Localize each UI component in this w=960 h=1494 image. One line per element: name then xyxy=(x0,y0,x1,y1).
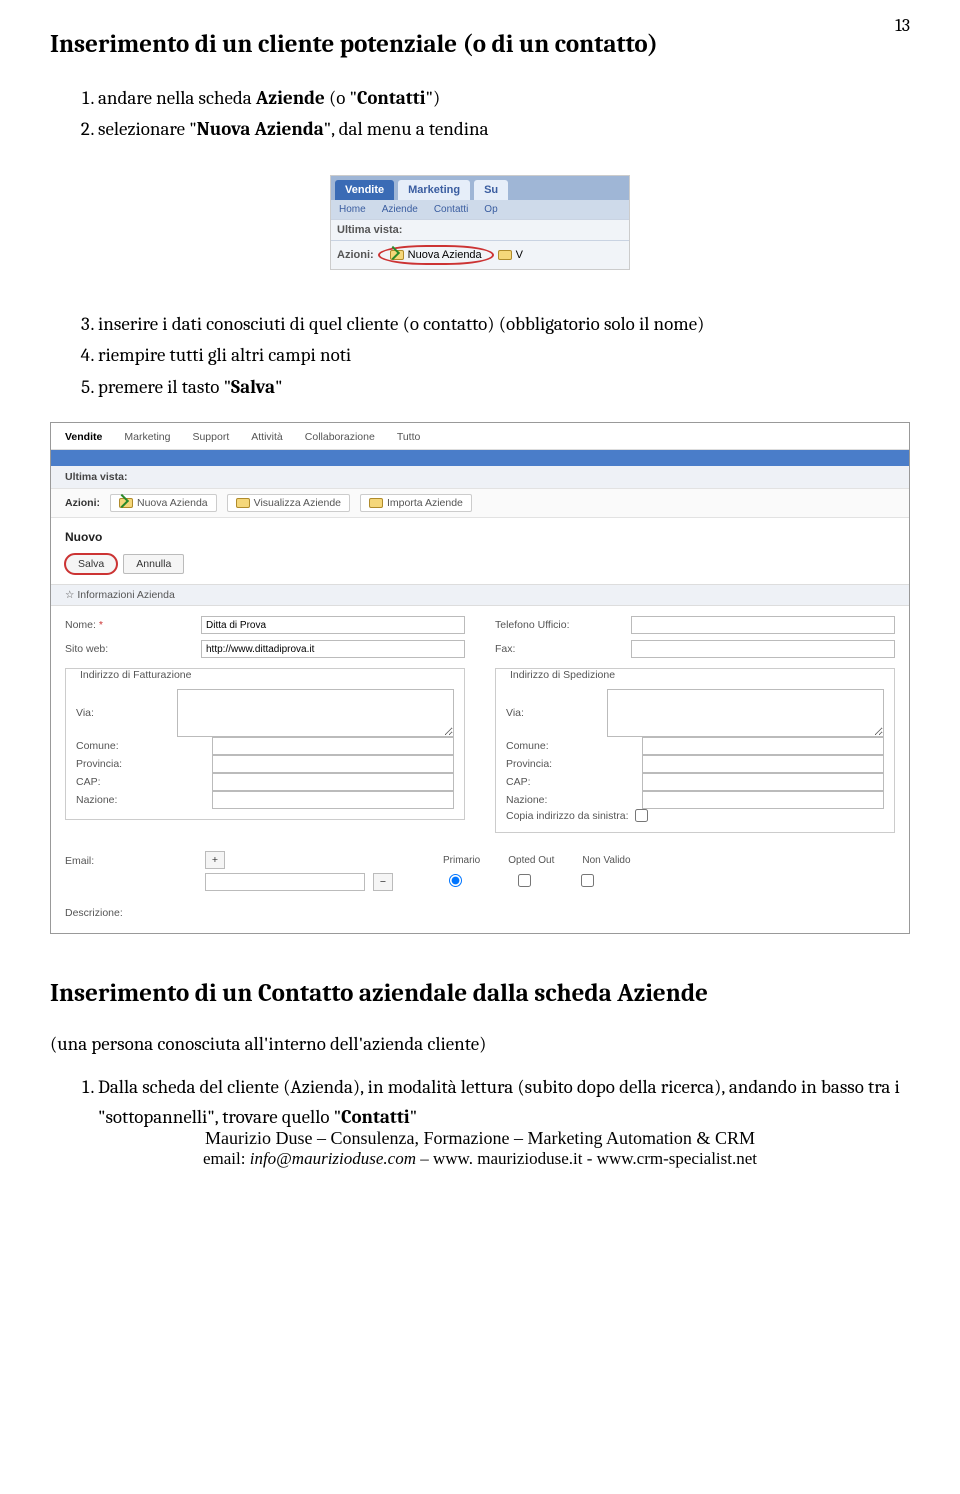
v-label: V xyxy=(516,249,523,261)
page-number: 13 xyxy=(895,15,910,36)
main-tabs: Vendite Marketing Support Attività Colla… xyxy=(51,423,909,450)
step-4: riempire tutti gli altri campi noti xyxy=(98,341,910,370)
nuovo-title: Nuovo xyxy=(51,518,909,548)
cap-input[interactable] xyxy=(212,773,454,791)
footer-line2: email: info@maurizioduse.com – www. maur… xyxy=(0,1149,960,1169)
fs-fatturazione: Indirizzo di Fatturazione xyxy=(76,669,195,681)
screenshot-form: Vendite Marketing Support Attività Colla… xyxy=(50,422,910,934)
optedout-label: Opted Out xyxy=(508,855,554,866)
annulla-button[interactable]: Annulla xyxy=(123,554,184,574)
chip-visualizza[interactable]: Visualizza Aziende xyxy=(227,494,350,512)
tab-vendite[interactable]: Vendite xyxy=(65,431,102,443)
comune-sped-input[interactable] xyxy=(642,737,884,755)
azioni-label: Azioni: xyxy=(337,249,374,261)
steps-list-2: Dalla scheda del cliente (Azienda), in m… xyxy=(98,1073,910,1132)
copia-checkbox[interactable] xyxy=(635,809,648,822)
chip-importa[interactable]: Importa Aziende xyxy=(360,494,472,512)
telefono-label: Telefono Ufficio: xyxy=(495,619,625,631)
nonvalido-checkbox[interactable] xyxy=(581,874,594,887)
footer-line1: Maurizio Duse – Consulenza, Formazione –… xyxy=(0,1128,960,1149)
heading-2: Inserimento di un Contatto aziendale dal… xyxy=(50,979,910,1008)
nonvalido-label: Non Valido xyxy=(582,855,630,866)
copia-label: Copia indirizzo da sinistra: xyxy=(506,810,629,822)
provincia-label: Provincia: xyxy=(76,758,206,770)
nazione-input[interactable] xyxy=(212,791,454,809)
page-footer: Maurizio Duse – Consulenza, Formazione –… xyxy=(0,1128,960,1169)
ultima-vista-label: Ultima vista: xyxy=(337,224,402,236)
email-input[interactable] xyxy=(205,873,365,891)
tab-support[interactable]: Support xyxy=(192,431,229,443)
subtab-contatti[interactable]: Contatti xyxy=(426,200,476,219)
comune-sped-label: Comune: xyxy=(506,740,636,752)
via-sped-label: Via: xyxy=(506,707,601,719)
sito-input[interactable] xyxy=(201,640,465,658)
chip-nuova-azienda[interactable]: Nuova Azienda xyxy=(110,494,217,512)
primario-label: Primario xyxy=(443,855,480,866)
tab-marketing[interactable]: Marketing xyxy=(398,180,470,200)
subtab-home[interactable]: Home xyxy=(331,200,374,219)
step2-1: Dalla scheda del cliente (Azienda), in m… xyxy=(98,1073,910,1132)
folder-icon xyxy=(236,498,250,508)
folder-new-icon xyxy=(390,250,404,260)
fax-label: Fax: xyxy=(495,643,625,655)
minus-button[interactable]: − xyxy=(373,873,393,891)
via-input[interactable] xyxy=(177,689,454,737)
telefono-input[interactable] xyxy=(631,616,895,634)
email-label: Email: xyxy=(65,851,195,867)
tab-su[interactable]: Su xyxy=(474,180,508,200)
heading-1: Inserimento di un cliente potenziale (o … xyxy=(50,30,910,59)
nuova-azienda-label: Nuova Azienda xyxy=(408,249,482,261)
via-label: Via: xyxy=(76,707,171,719)
fax-input[interactable] xyxy=(631,640,895,658)
nazione-sped-label: Nazione: xyxy=(506,794,636,806)
sito-label: Sito web: xyxy=(65,643,195,655)
provincia-input[interactable] xyxy=(212,755,454,773)
heading-2-subtitle: (una persona conosciuta all'interno dell… xyxy=(50,1033,910,1055)
cap-label: CAP: xyxy=(76,776,206,788)
ultima-vista: Ultima vista: xyxy=(65,471,127,483)
fs-spedizione: Indirizzo di Spedizione xyxy=(506,669,619,681)
screenshot-menu: Vendite Marketing Su Home Aziende Contat… xyxy=(330,175,630,270)
comune-input[interactable] xyxy=(212,737,454,755)
tab-marketing[interactable]: Marketing xyxy=(124,431,170,443)
provincia-sped-label: Provincia: xyxy=(506,758,636,770)
tab-collaborazione[interactable]: Collaborazione xyxy=(305,431,375,443)
blue-bar xyxy=(51,450,909,466)
cap-sped-label: CAP: xyxy=(506,776,636,788)
primario-radio[interactable] xyxy=(449,874,462,887)
tab-tutto[interactable]: Tutto xyxy=(397,431,421,443)
azioni: Azioni: xyxy=(65,497,100,509)
folder-icon xyxy=(498,250,512,260)
tab-vendite[interactable]: Vendite xyxy=(335,180,394,200)
nazione-label: Nazione: xyxy=(76,794,206,806)
subtab-aziende[interactable]: Aziende xyxy=(374,200,426,219)
subtab-op[interactable]: Op xyxy=(476,200,505,219)
comune-label: Comune: xyxy=(76,740,206,752)
tab-attivita[interactable]: Attività xyxy=(251,431,283,443)
steps-list-1b: inserire i dati conosciuti di quel clien… xyxy=(98,310,910,402)
nuova-azienda-highlighted[interactable]: Nuova Azienda xyxy=(378,245,494,265)
section-info-azienda: ☆ Informazioni Azienda xyxy=(51,584,909,606)
salva-button[interactable]: Salva xyxy=(65,554,117,574)
via-sped-input[interactable] xyxy=(607,689,884,737)
plus-button[interactable]: + xyxy=(205,851,225,869)
folder-new-icon xyxy=(119,498,133,508)
step-5: premere il tasto "Salva" xyxy=(98,373,910,402)
step-3: inserire i dati conosciuti di quel clien… xyxy=(98,310,910,339)
step-2: selezionare "Nuova Azienda", dal menu a … xyxy=(98,115,910,144)
provincia-sped-input[interactable] xyxy=(642,755,884,773)
step-1: andare nella scheda Aziende (o "Contatti… xyxy=(98,84,910,113)
optedout-checkbox[interactable] xyxy=(518,874,531,887)
steps-list-1: andare nella scheda Aziende (o "Contatti… xyxy=(98,84,910,145)
import-icon xyxy=(369,498,383,508)
nazione-sped-input[interactable] xyxy=(642,791,884,809)
nome-input[interactable] xyxy=(201,616,465,634)
cap-sped-input[interactable] xyxy=(642,773,884,791)
descrizione-label: Descrizione: xyxy=(65,907,195,919)
nome-label: Nome: * xyxy=(65,619,195,631)
